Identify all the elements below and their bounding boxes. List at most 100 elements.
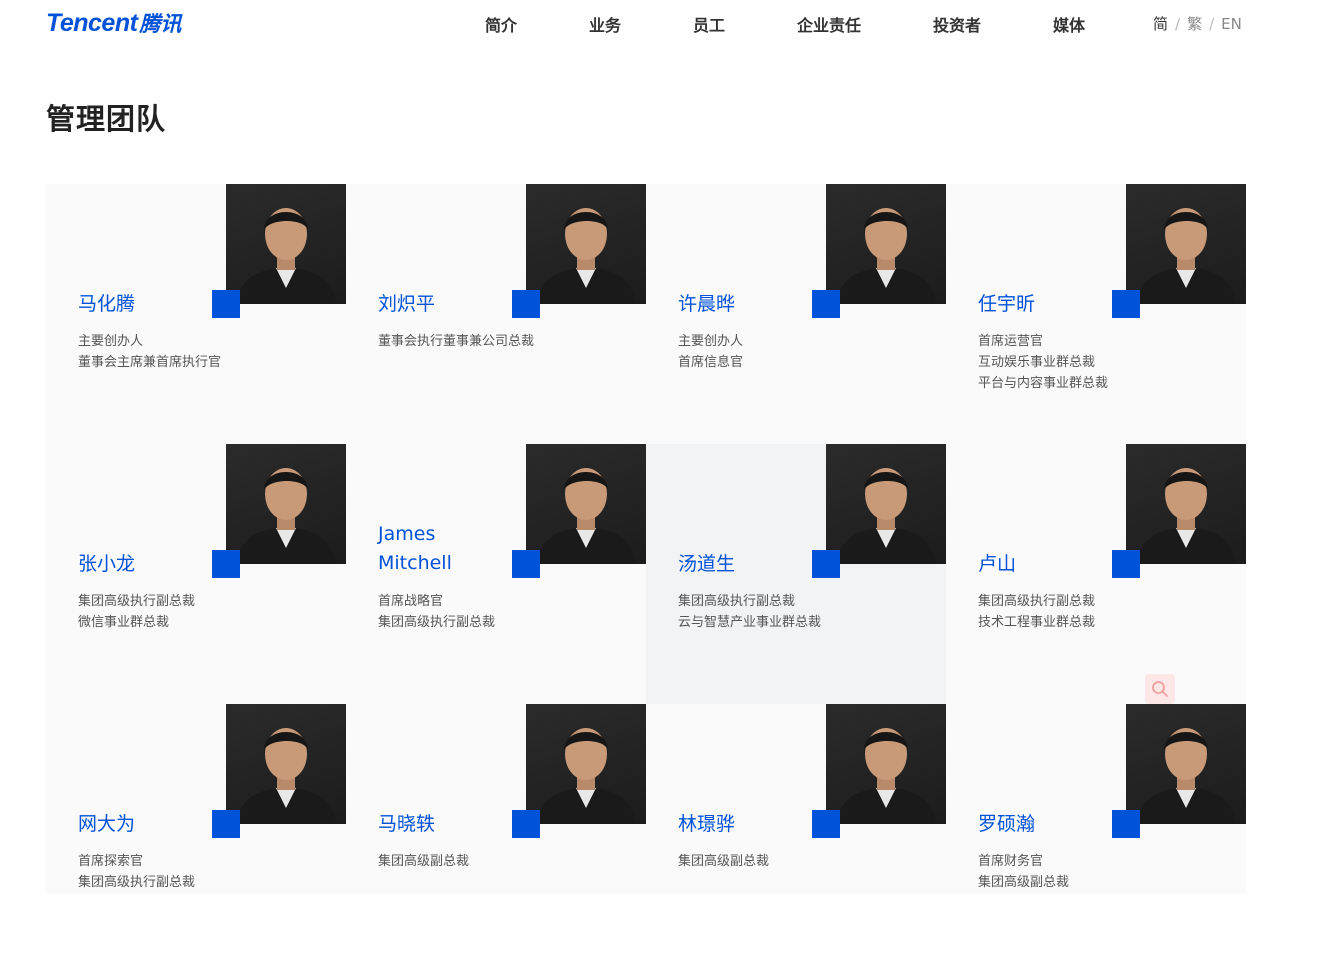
- team-member-card[interactable]: 马化腾主要创办人董事会主席兼首席执行官: [46, 184, 346, 444]
- team-member-card[interactable]: 张小龙集团高级执行副总裁 微信事业群总裁: [46, 444, 346, 704]
- member-role: 平台与内容事业群总裁: [978, 376, 1109, 391]
- member-role: 集团高级执行副总裁: [78, 594, 196, 609]
- person-silhouette-icon: [536, 728, 636, 824]
- person-silhouette-icon: [236, 468, 336, 564]
- person-silhouette-icon: [1136, 468, 1236, 564]
- team-member-card[interactable]: 罗硕瀚首席财务官集团高级副总裁: [946, 704, 1246, 964]
- main-nav: 简介 业务 员工 企业责任 投资者 媒体: [0, 12, 1317, 36]
- member-role: 集团高级执行副总裁: [678, 594, 796, 609]
- team-member-card[interactable]: 任宇昕首席运营官互动娱乐事业群总裁 平台与内容事业群总裁: [946, 184, 1246, 444]
- member-name-line: James: [378, 523, 436, 545]
- member-name[interactable]: 林璟骅: [678, 810, 828, 839]
- person-silhouette-icon: [536, 468, 636, 564]
- member-roles: 主要创办人董事会主席兼首席执行官: [78, 331, 328, 373]
- person-silhouette-icon: [236, 208, 336, 304]
- member-role: 集团高级副总裁: [678, 854, 770, 869]
- language-switcher: 简 / 繁 / EN: [1153, 13, 1242, 34]
- member-photo: [826, 184, 946, 304]
- member-roles: 集团高级执行副总裁 技术工程事业群总裁: [978, 591, 1228, 633]
- management-team-grid: 马化腾 主要创办人 董事会主席兼首席执行官 刘炽平 董事会执行董事兼公司总裁 许晨晔 主要创…: [46, 184, 1246, 894]
- member-name[interactable]: 马晓轶: [378, 810, 528, 839]
- person-silhouette-icon: [1136, 208, 1236, 304]
- member-role: 云与智慧产业事业群总裁: [678, 615, 822, 630]
- team-member-card[interactable]: 马晓轶集团高级副总裁: [346, 704, 646, 964]
- member-role: 主要创办人: [78, 334, 144, 349]
- member-roles: 集团高级副总裁: [678, 851, 928, 872]
- person-silhouette-icon: [836, 728, 936, 824]
- team-member-card[interactable]: James Mitchell 首席战略官集团高级执行副总裁: [346, 444, 646, 704]
- nav-item-employees[interactable]: 员工: [693, 12, 725, 36]
- member-role: 首席探索官: [78, 854, 144, 869]
- team-member-card[interactable]: 林璟骅集团高级副总裁: [646, 704, 946, 964]
- member-role: 董事会主席兼首席执行官: [78, 355, 222, 370]
- team-member-card[interactable]: 网大为首席探索官集团高级执行副总裁: [46, 704, 346, 964]
- member-roles: 集团高级执行副总裁云与智慧产业事业群总裁: [678, 591, 928, 633]
- member-photo: [1126, 704, 1246, 824]
- person-silhouette-icon: [1136, 728, 1236, 824]
- member-name[interactable]: 汤道生: [678, 550, 828, 579]
- member-photo: [826, 704, 946, 824]
- member-photo: [526, 444, 646, 564]
- person-silhouette-icon: [536, 208, 636, 304]
- member-role: 集团高级执行副总裁: [978, 594, 1096, 609]
- member-name[interactable]: 网大为: [78, 810, 228, 839]
- lang-separator: /: [1209, 14, 1215, 33]
- member-roles: 主要创办人首席信息官: [678, 331, 928, 373]
- member-name[interactable]: 刘炽平: [378, 290, 528, 319]
- member-role: 集团高级执行副总裁: [78, 875, 196, 890]
- member-name[interactable]: 罗硕瀚: [978, 810, 1128, 839]
- person-silhouette-icon: [836, 208, 936, 304]
- lang-english[interactable]: EN: [1221, 15, 1242, 33]
- lang-traditional[interactable]: 繁: [1187, 13, 1202, 34]
- member-name[interactable]: 张小龙: [78, 550, 228, 579]
- team-member-card[interactable]: 卢山集团高级执行副总裁 技术工程事业群总裁: [946, 444, 1246, 704]
- person-silhouette-icon: [236, 728, 336, 824]
- member-role: 主要创办人: [678, 334, 744, 349]
- team-member-card[interactable]: 许晨晔主要创办人首席信息官: [646, 184, 946, 444]
- nav-item-intro[interactable]: 简介: [485, 12, 517, 36]
- member-name[interactable]: 任宇昕: [978, 290, 1128, 319]
- member-role: 集团高级副总裁: [978, 875, 1070, 890]
- team-member-card[interactable]: 汤道生集团高级执行副总裁云与智慧产业事业群总裁: [646, 444, 946, 704]
- member-photo: [226, 444, 346, 564]
- nav-item-media[interactable]: 媒体: [1053, 12, 1085, 36]
- member-photo: [226, 184, 346, 304]
- member-role: 互动娱乐事业群总裁: [978, 355, 1096, 370]
- member-photo: [526, 184, 646, 304]
- member-role: 技术工程事业群总裁: [978, 615, 1096, 630]
- member-role: 集团高级副总裁: [378, 854, 470, 869]
- page-title: 管理团队: [46, 102, 167, 136]
- member-name-line: Mitchell: [378, 552, 452, 574]
- member-role: 首席信息官: [678, 355, 744, 370]
- nav-item-responsibility[interactable]: 企业责任: [797, 12, 861, 36]
- member-roles: 首席探索官集团高级执行副总裁: [78, 851, 328, 893]
- member-roles: 董事会执行董事兼公司总裁: [378, 331, 628, 352]
- member-photo: [826, 444, 946, 564]
- member-role: 首席运营官: [978, 334, 1044, 349]
- member-roles: 首席运营官互动娱乐事业群总裁 平台与内容事业群总裁: [978, 331, 1228, 394]
- person-silhouette-icon: [836, 468, 936, 564]
- member-roles: 首席财务官集团高级副总裁: [978, 851, 1228, 893]
- member-role: 董事会执行董事兼公司总裁: [378, 334, 535, 349]
- nav-item-investors[interactable]: 投资者: [933, 12, 981, 36]
- member-role: 首席战略官: [378, 594, 444, 609]
- member-name[interactable]: 马化腾: [78, 290, 228, 319]
- member-role: 集团高级执行副总裁: [378, 615, 496, 630]
- member-role: 首席财务官: [978, 854, 1044, 869]
- member-roles: 集团高级副总裁: [378, 851, 628, 872]
- member-name[interactable]: 卢山: [978, 550, 1128, 579]
- lang-simplified[interactable]: 简: [1153, 13, 1168, 34]
- team-member-card[interactable]: 刘炽平董事会执行董事兼公司总裁: [346, 184, 646, 444]
- member-photo: [1126, 184, 1246, 304]
- member-photo: [526, 704, 646, 824]
- member-name[interactable]: 许晨晔: [678, 290, 828, 319]
- member-photo: [1126, 444, 1246, 564]
- member-roles: 首席战略官集团高级执行副总裁: [378, 591, 628, 633]
- member-name[interactable]: James Mitchell: [378, 520, 528, 578]
- floating-search-button[interactable]: [1145, 674, 1175, 704]
- member-roles: 集团高级执行副总裁 微信事业群总裁: [78, 591, 328, 633]
- search-icon: [1152, 681, 1168, 697]
- nav-item-business[interactable]: 业务: [589, 12, 621, 36]
- member-role: 微信事业群总裁: [78, 615, 170, 630]
- lang-separator: /: [1175, 14, 1181, 33]
